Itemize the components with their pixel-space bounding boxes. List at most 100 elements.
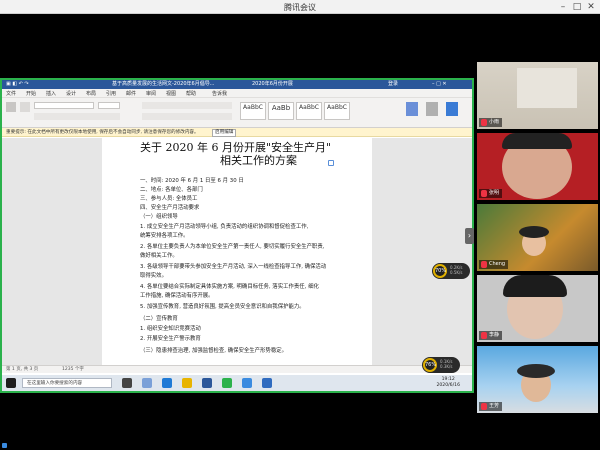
find-icon[interactable] — [406, 102, 418, 116]
participant-hair — [503, 275, 567, 297]
status-words: 1235 个字 — [62, 367, 84, 372]
doc-line: 统筹安排各项工作。 — [140, 233, 189, 239]
doc-line: 三、参与人员: 全体员工 — [140, 196, 198, 202]
shared-screen: ▣ ◧ ↶ ↷ 基于高质量发展的生活网文-2020年6月倡导... 2020年6… — [0, 78, 474, 393]
font-format-buttons[interactable] — [34, 113, 120, 120]
collapse-panel-button[interactable]: › — [465, 228, 474, 244]
doc-heading-2: 相关工作的方案 — [220, 154, 297, 167]
word-user[interactable]: 登录 — [388, 80, 398, 89]
doc-line: 一、时间: 2020 年 6 月 1 日至 6 月 30 日 — [140, 178, 244, 184]
edge-icon[interactable] — [162, 378, 172, 388]
word-window-controls-icon[interactable]: – □ ✕ — [432, 80, 447, 89]
explorer-icon[interactable] — [142, 378, 152, 388]
wechat-icon[interactable] — [222, 378, 232, 388]
participant-name: Cheng — [489, 261, 506, 267]
taskbar-search[interactable]: 在这里输入你要搜索的内容 — [22, 378, 112, 388]
tab-file[interactable]: 文件 — [6, 90, 16, 97]
tab-references[interactable]: 引用 — [106, 90, 116, 97]
tab-design[interactable]: 设计 — [66, 90, 76, 97]
font-family-select[interactable] — [34, 102, 94, 109]
start-icon[interactable] — [6, 378, 16, 388]
window-title: 腾讯会议 — [284, 3, 316, 12]
participant-tile[interactable]: 张明 — [477, 133, 598, 200]
participant-name: 王芳 — [489, 403, 500, 409]
style-heading-1[interactable]: AaBb — [268, 102, 294, 120]
mic-muted-icon — [481, 332, 487, 339]
cut-icon[interactable] — [20, 102, 30, 112]
clock-date: 2020/6/16 — [436, 383, 460, 388]
doc-line: 4. 各单位要结合实际制定具体实施方案, 明确目标任务, 落实工作责任, 细化 — [140, 284, 319, 290]
word-title-bar: ▣ ◧ ↶ ↷ 基于高质量发展的生活网文-2020年6月倡导... 2020年6… — [2, 80, 472, 89]
word-icon[interactable] — [202, 378, 212, 388]
gauge-line2: 0.3K/s — [440, 364, 453, 369]
doc-line: 二、地点: 各单位、各部门 — [140, 187, 203, 193]
mic-muted-icon — [481, 190, 487, 197]
style-normal[interactable]: AaBbC — [240, 102, 266, 120]
tab-help[interactable]: 帮助 — [186, 90, 196, 97]
tab-view[interactable]: 视图 — [166, 90, 176, 97]
tab-review[interactable]: 审阅 — [146, 90, 156, 97]
maximize-icon[interactable]: □ — [570, 1, 584, 13]
layout-options-icon[interactable] — [328, 160, 334, 166]
status-page: 第 1 页, 共 3 页 — [6, 367, 39, 372]
participant-hair — [519, 226, 549, 238]
meeting-app-icon[interactable] — [242, 378, 252, 388]
doc-line: 2. 各单位主要负责人为本单位安全生产第一责任人, 要切实履行安全生产职责, — [140, 244, 325, 250]
mic-muted-icon — [481, 261, 487, 268]
tab-layout[interactable]: 布局 — [86, 90, 96, 97]
doc-line: 1. 组织安全知识竞赛活动 — [140, 326, 201, 332]
style-subtitle[interactable]: AaBbC — [324, 102, 350, 120]
document-page[interactable]: 关于 2020 年 6 月份开展"安全生产月" 相关工作的方案 一、时间: 20… — [102, 138, 372, 365]
editor-icon[interactable] — [446, 102, 458, 116]
dictate-icon[interactable] — [426, 102, 438, 116]
word-status-bar: 第 1 页, 共 3 页 1235 个字 100% — [2, 365, 472, 373]
participant-name: 李静 — [489, 332, 500, 338]
participant-tile[interactable]: 李静 — [477, 275, 598, 342]
participant-name-tag: 王芳 — [479, 402, 503, 411]
enable-editing-button[interactable]: 启用编辑 — [212, 129, 237, 137]
doc-line: （一）组织领导 — [140, 214, 178, 220]
network-gauge-2: 76% 0.1K/s 0.3K/s — [422, 357, 460, 373]
participant-tile[interactable]: 王芳 — [477, 346, 598, 413]
participant-tile[interactable]: Cheng — [477, 204, 598, 271]
style-sample: AaBbC — [327, 104, 347, 111]
font-size-select[interactable] — [98, 102, 120, 109]
doc-line: 取得实效。 — [140, 273, 167, 279]
doc-line: 3. 各级领导干部要带头参加安全生产月活动, 深入一线检查指导工作, 确保活动 — [140, 264, 327, 270]
close-icon[interactable]: ✕ — [584, 1, 598, 13]
document-area: 关于 2020 年 6 月份开展"安全生产月" 相关工作的方案 一、时间: 20… — [2, 138, 472, 365]
participant-tile[interactable]: 小雨 — [477, 62, 598, 129]
network-gauge-1: 70% 0.2K/s 0.5K/s — [432, 263, 470, 279]
word-autosave-icon[interactable]: ▣ ◧ ↶ ↷ — [6, 80, 29, 89]
doc-line: （二）宣传教育 — [140, 316, 178, 322]
taskbar-clock[interactable]: 19:12 2020/6/16 — [436, 377, 460, 389]
gauge-value: 76% — [423, 358, 437, 372]
list-buttons[interactable] — [142, 102, 232, 109]
tab-tell-me[interactable]: 告诉我 — [212, 90, 227, 97]
style-sample: AaBbC — [299, 104, 319, 111]
participant-name-tag: 李静 — [479, 331, 503, 340]
mic-muted-icon — [481, 403, 487, 410]
folder-icon[interactable] — [182, 378, 192, 388]
minimize-icon[interactable]: – — [556, 1, 570, 13]
participant-name-tag: Cheng — [479, 260, 509, 269]
participant-name: 小雨 — [489, 119, 500, 125]
word-ribbon-tabs: 文件 开始 插入 设计 布局 引用 邮件 审阅 视图 帮助 告诉我 — [2, 89, 472, 98]
wall-picture — [517, 68, 577, 108]
doc-line: 四、安全生产月活动要求 — [140, 205, 200, 211]
mic-muted-icon — [481, 119, 487, 126]
style-sample: AaBb — [271, 104, 291, 112]
message-text: 重要提示: 在此文档中所有更改仅限本地使用, 保存后不会自动同步, 请注意保存您… — [6, 130, 199, 135]
style-sample: AaBbC — [243, 104, 263, 111]
app-icon[interactable] — [262, 378, 272, 388]
tab-mailings[interactable]: 邮件 — [126, 90, 136, 97]
paste-icon[interactable] — [6, 102, 16, 112]
doc-line: 5. 加强宣传教育, 营造良好氛围, 提高全员安全意识和自我保护能力。 — [140, 304, 305, 310]
style-heading-2[interactable]: AaBbC — [296, 102, 322, 120]
tab-insert[interactable]: 插入 — [46, 90, 56, 97]
task-view-icon[interactable] — [122, 378, 132, 388]
tab-home[interactable]: 开始 — [26, 90, 36, 97]
protected-view-bar: 重要提示: 在此文档中所有更改仅限本地使用, 保存后不会自动同步, 请注意保存您… — [2, 128, 472, 137]
align-buttons[interactable] — [142, 113, 232, 120]
participant-hair — [517, 364, 555, 378]
